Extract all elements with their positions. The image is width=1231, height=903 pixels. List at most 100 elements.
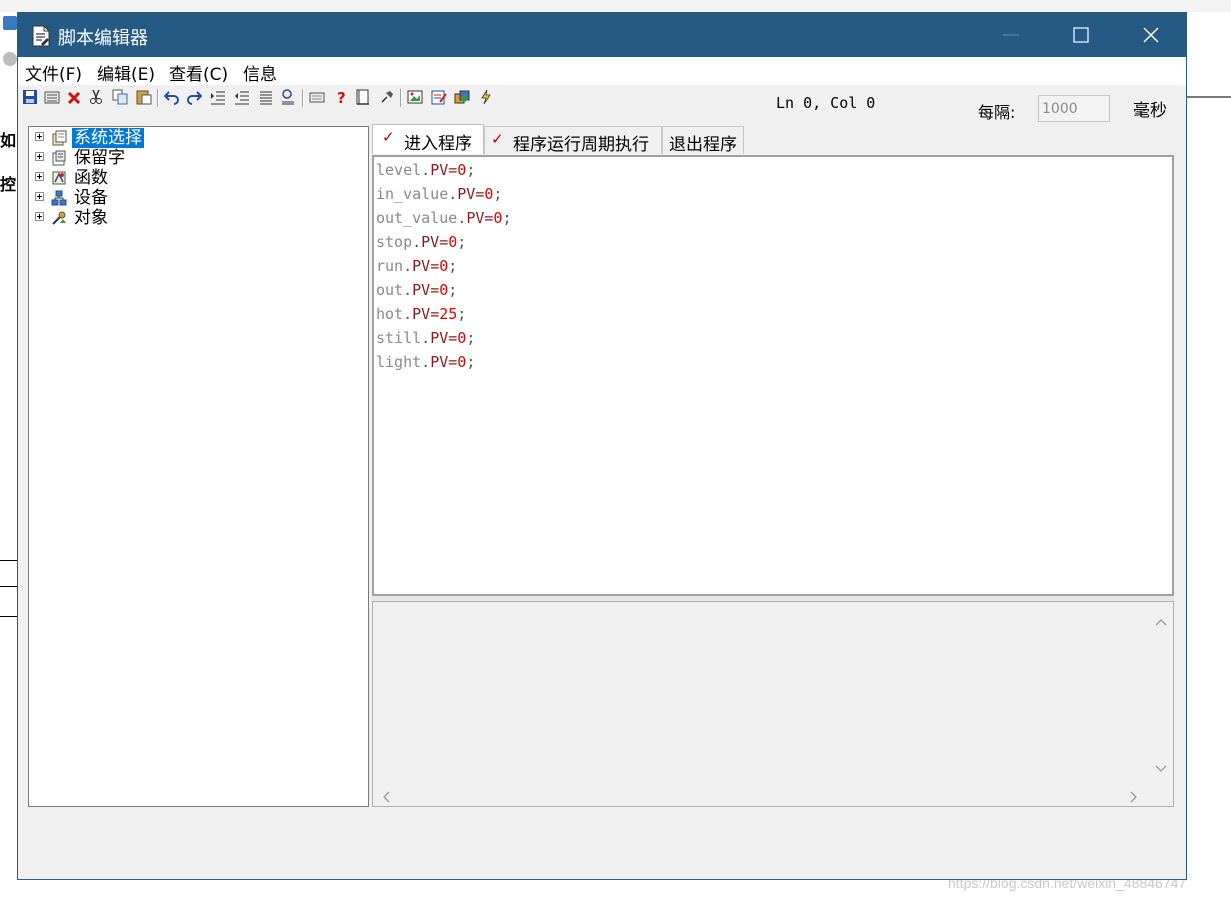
tree-item-reserved-words[interactable]: 保留字 — [29, 148, 359, 168]
code-variable: out_value — [376, 209, 458, 227]
save-all-icon[interactable] — [44, 89, 60, 105]
code-dot: . — [403, 257, 413, 275]
toolbar-separator — [400, 89, 402, 107]
interval-label: 每隔: — [978, 103, 1016, 122]
tab-enter-program[interactable]: ✓ 进入程序 — [372, 124, 484, 154]
code-line: still.PV=0; — [376, 326, 475, 350]
lightning-icon[interactable] — [478, 89, 494, 105]
title-bar[interactable]: 脚本编辑器 — [18, 13, 1186, 57]
vertical-scrollbar[interactable] — [1147, 602, 1173, 782]
tree-item-devices[interactable]: 设备 — [29, 188, 359, 208]
tree-item-label: 设备 — [74, 188, 108, 208]
code-line: level.PV=0; — [376, 158, 475, 182]
expand-icon[interactable] — [35, 172, 44, 181]
tree-item-label: 保留字 — [74, 148, 125, 168]
tree-item-objects[interactable]: 对象 — [29, 208, 359, 228]
undo-icon[interactable] — [163, 89, 180, 105]
expand-icon[interactable] — [35, 132, 44, 141]
gallery-icon[interactable] — [454, 89, 470, 105]
list-icon[interactable] — [258, 89, 274, 105]
book-icon[interactable] — [355, 89, 371, 105]
system-icon — [51, 130, 67, 146]
tab-label: 进入程序 — [404, 134, 472, 154]
code-variable: light — [376, 353, 422, 371]
expand-icon[interactable] — [35, 212, 44, 221]
code-equals: = — [439, 233, 449, 251]
check-icon: ✓ — [491, 130, 504, 148]
background-line — [0, 586, 17, 587]
code-property: PV — [430, 353, 449, 371]
interval-unit: 毫秒 — [1133, 101, 1167, 121]
expand-icon[interactable] — [35, 192, 44, 201]
code-variable: hot — [376, 305, 404, 323]
background-rule — [1187, 96, 1231, 98]
code-property: PV — [430, 161, 449, 179]
code-number: 0 — [457, 161, 467, 179]
image-icon[interactable] — [407, 89, 423, 105]
code-line: run.PV=0; — [376, 254, 457, 278]
code-semicolon: ; — [457, 233, 467, 251]
toolbar: ? Ln 0, Col 0 每隔: 毫秒 — [18, 85, 1186, 122]
code-dot: . — [448, 185, 458, 203]
code-property: PV — [421, 233, 440, 251]
save-icon[interactable] — [22, 89, 38, 105]
tree-item-label: 函数 — [74, 168, 108, 188]
scroll-right-icon[interactable] — [1129, 788, 1139, 807]
menu-file[interactable]: 文件(F) — [25, 60, 82, 85]
cut-icon[interactable] — [88, 89, 104, 105]
scroll-down-icon[interactable] — [1155, 759, 1167, 778]
code-number: 0 — [439, 257, 449, 275]
code-equals: = — [448, 329, 458, 347]
code-semicolon: ; — [466, 161, 476, 179]
edit-icon[interactable] — [431, 89, 447, 105]
output-pane[interactable] — [372, 601, 1174, 807]
outdent-icon[interactable] — [234, 89, 250, 105]
comment-icon[interactable] — [280, 89, 296, 105]
tab-periodic-run[interactable]: ✓ 程序运行周期执行 — [484, 126, 662, 155]
scroll-up-icon[interactable] — [1155, 612, 1167, 631]
tree-panel[interactable]: 系统选择 保留字 函数 设备 对象 — [28, 126, 369, 807]
code-number: 25 — [439, 305, 458, 323]
code-dot: . — [403, 305, 413, 323]
expand-icon[interactable] — [35, 152, 44, 161]
code-property: PV — [457, 185, 476, 203]
indent-icon[interactable] — [210, 89, 226, 105]
background-window-strip — [0, 0, 1231, 12]
background-line — [0, 560, 17, 561]
redo-icon[interactable] — [186, 89, 203, 105]
keyboard-icon[interactable] — [309, 89, 325, 105]
close-button[interactable] — [1116, 13, 1186, 57]
pin-icon[interactable] — [379, 89, 395, 105]
menu-info[interactable]: 信息 — [243, 60, 277, 85]
object-icon — [51, 210, 67, 226]
minimize-button[interactable] — [976, 13, 1046, 57]
code-variable: level — [376, 161, 422, 179]
code-line: in_value.PV=0; — [376, 182, 502, 206]
tree-item-system[interactable]: 系统选择 — [29, 128, 359, 148]
help-icon[interactable]: ? — [333, 89, 349, 107]
cursor-position: Ln 0, Col 0 — [776, 94, 876, 112]
scroll-left-icon[interactable] — [381, 788, 391, 807]
code-equals: = — [448, 353, 458, 371]
tab-exit-program[interactable]: 退出程序 — [662, 126, 744, 155]
scrollbar-corner — [1147, 782, 1173, 806]
delete-icon[interactable] — [66, 89, 82, 105]
code-editor[interactable]: level.PV=0; in_value.PV=0; out_value.PV=0;… — [372, 155, 1174, 596]
menu-edit[interactable]: 编辑(E) — [97, 60, 155, 85]
menu-view[interactable]: 查看(C) — [169, 60, 228, 85]
code-line: out.PV=0; — [376, 278, 457, 302]
reserved-words-icon — [51, 150, 67, 166]
code-dot: . — [457, 209, 467, 227]
maximize-button[interactable] — [1046, 13, 1116, 57]
tab-label: 程序运行周期执行 — [513, 135, 649, 155]
check-icon: ✓ — [382, 128, 395, 146]
code-semicolon: ; — [466, 353, 476, 371]
interval-input[interactable] — [1038, 95, 1110, 122]
paste-icon[interactable] — [136, 89, 152, 105]
code-dot: . — [421, 329, 431, 347]
code-line: light.PV=0; — [376, 350, 475, 374]
horizontal-scrollbar[interactable] — [373, 782, 1147, 806]
copy-icon[interactable] — [112, 89, 128, 105]
code-equals: = — [430, 281, 440, 299]
tree-item-functions[interactable]: 函数 — [29, 168, 359, 188]
